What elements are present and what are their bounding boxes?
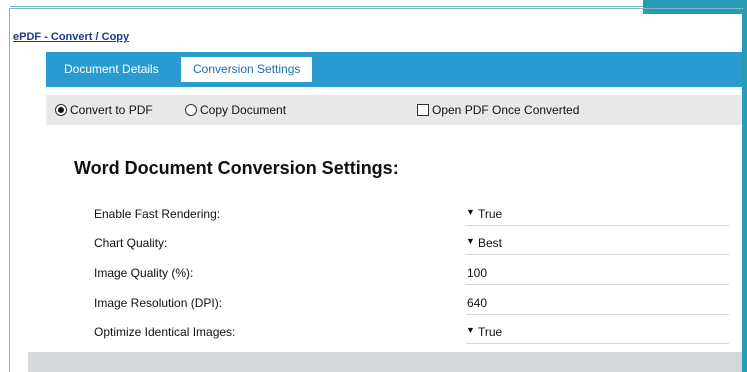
convert-to-pdf-radio[interactable] <box>55 104 67 116</box>
dropdown-caret-icon: ▼ <box>466 236 475 246</box>
open-pdf-label: Open PDF Once Converted <box>432 103 580 117</box>
dialog-border-left <box>9 8 10 372</box>
dropdown-value: True <box>478 325 503 339</box>
open-pdf-option[interactable]: Open PDF Once Converted <box>417 103 579 117</box>
dialog-title[interactable]: ePDF - Convert / Copy <box>13 31 129 43</box>
setting-label: Chart Quality: <box>94 236 168 250</box>
window-top-edge <box>10 0 643 7</box>
copy-document-label: Copy Document <box>200 103 287 117</box>
setting-label: Optimize Identical Images: <box>94 325 236 339</box>
window-accent-top <box>643 0 747 14</box>
dialog-footer <box>28 352 742 372</box>
tab-conversion-settings[interactable]: Conversion Settings <box>181 57 313 82</box>
dropdown-caret-icon: ▼ <box>466 207 475 217</box>
setting-label: Enable Fast Rendering: <box>94 207 221 221</box>
copy-document-option[interactable]: Copy Document <box>185 103 286 117</box>
window-accent-right <box>742 14 747 372</box>
image-resolution-input[interactable]: 640 <box>466 291 729 315</box>
setting-row-fast-rendering: Enable Fast Rendering: ▼ True <box>94 202 729 226</box>
dropdown-value: True <box>478 207 503 221</box>
setting-row-chart-quality: Chart Quality: ▼ Best <box>94 231 729 255</box>
copy-document-radio[interactable] <box>185 104 197 116</box>
tab-document-details[interactable]: Document Details <box>52 57 171 82</box>
input-value: 640 <box>467 296 488 310</box>
tab-bar: Document Details Conversion Settings <box>46 52 742 87</box>
convert-to-pdf-option[interactable]: Convert to PDF <box>55 103 153 117</box>
dropdown-value: Best <box>478 236 503 250</box>
convert-to-pdf-label: Convert to PDF <box>70 103 153 117</box>
input-value: 100 <box>467 266 488 280</box>
open-pdf-checkbox[interactable] <box>417 104 429 116</box>
setting-row-image-quality: Image Quality (%): 100 <box>94 261 729 285</box>
setting-label: Image Resolution (DPI): <box>94 296 223 310</box>
dropdown-caret-icon: ▼ <box>466 325 475 335</box>
chart-quality-dropdown[interactable]: ▼ Best <box>466 231 729 255</box>
mode-options-bar: Convert to PDF Copy Document Open PDF On… <box>46 95 742 125</box>
setting-row-image-resolution: Image Resolution (DPI): 640 <box>94 291 729 315</box>
dialog-border-top <box>9 8 743 9</box>
image-quality-input[interactable]: 100 <box>466 261 729 285</box>
setting-label: Image Quality (%): <box>94 266 194 280</box>
fast-rendering-dropdown[interactable]: ▼ True <box>466 202 729 226</box>
setting-row-optimize-images: Optimize Identical Images: ▼ True <box>94 320 729 344</box>
optimize-images-dropdown[interactable]: ▼ True <box>466 320 729 344</box>
settings-heading: Word Document Conversion Settings: <box>74 158 399 178</box>
